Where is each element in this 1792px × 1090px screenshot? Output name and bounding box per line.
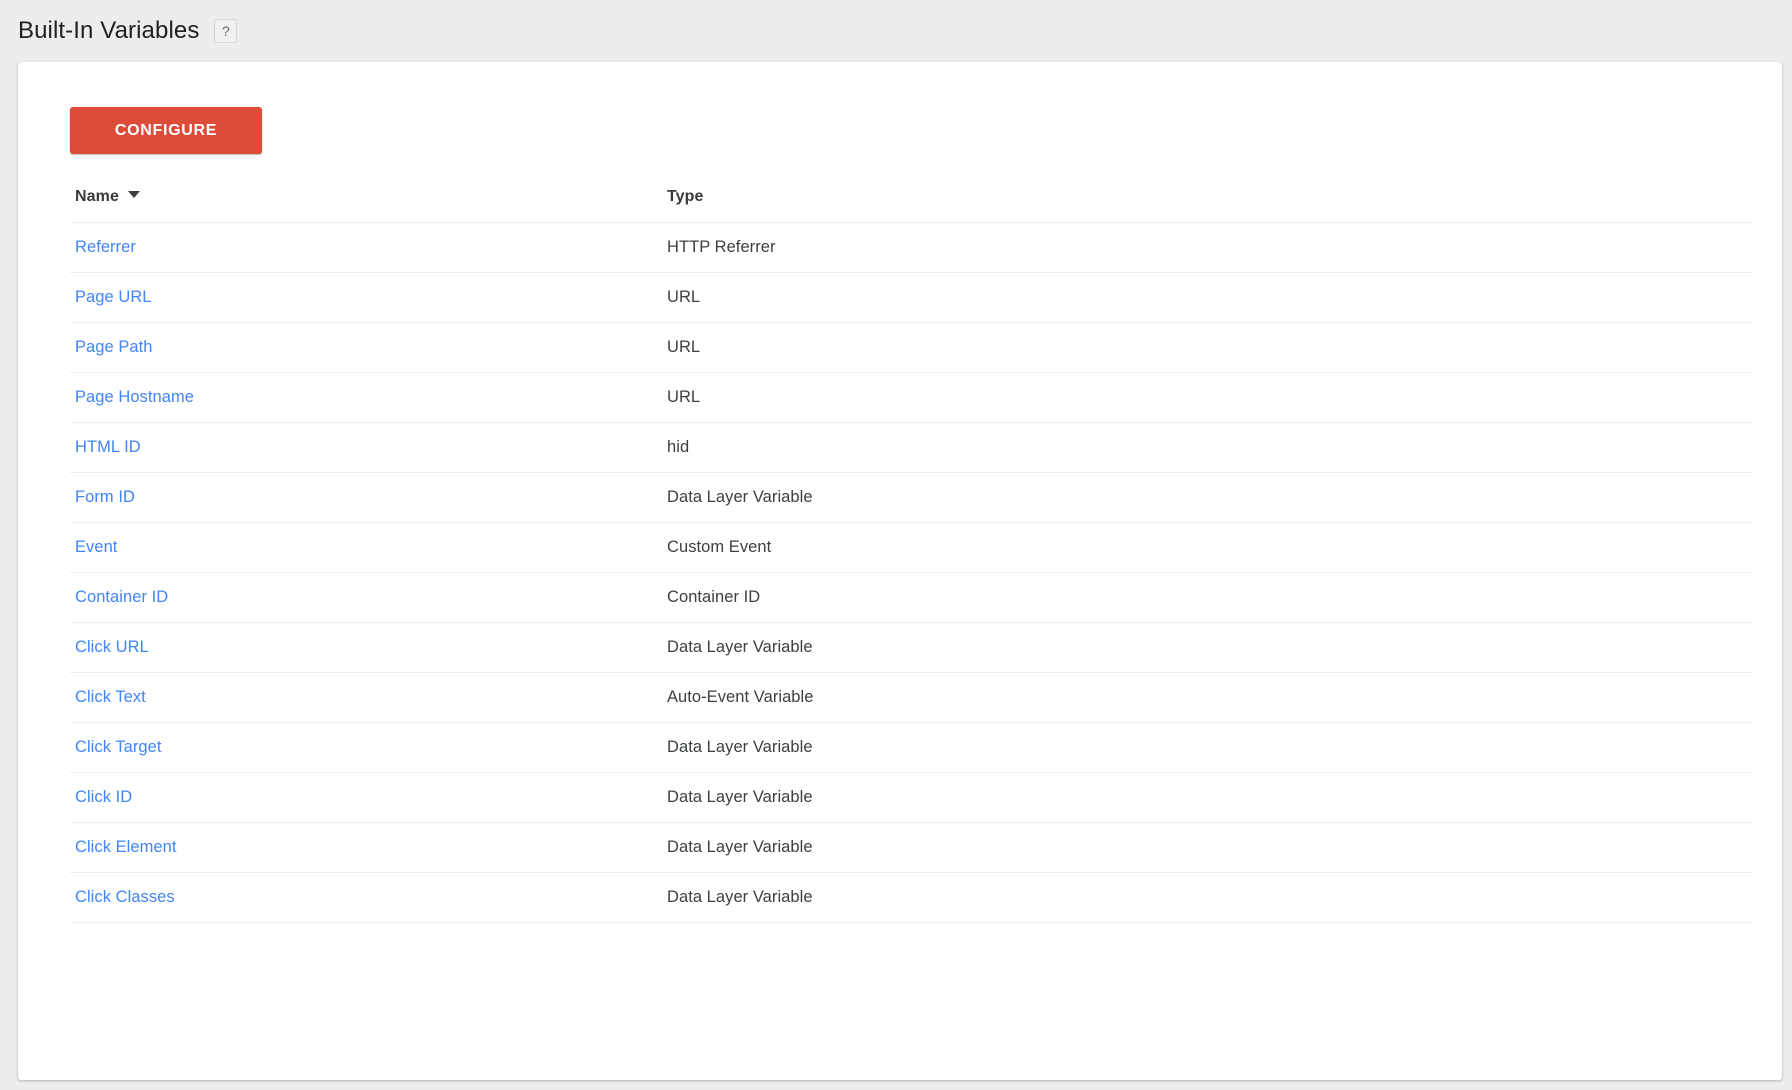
variable-name-cell: Container ID xyxy=(70,572,662,623)
variable-name-link[interactable]: Form ID xyxy=(75,488,135,506)
variable-type-cell: Data Layer Variable xyxy=(662,722,1753,773)
table-row[interactable]: Click Classes Data Layer Variable xyxy=(70,872,1753,923)
table-row[interactable]: Referrer HTTP Referrer xyxy=(70,222,1753,273)
configure-button[interactable]: CONFIGURE xyxy=(70,107,262,154)
variable-type-cell: Data Layer Variable xyxy=(662,622,1753,673)
variable-name-cell: Click Text xyxy=(70,672,662,723)
variable-name-cell: Click Classes xyxy=(70,872,662,923)
variable-name-link[interactable]: Page Hostname xyxy=(75,388,194,406)
table-row[interactable]: Page URL URL xyxy=(70,272,1753,323)
variable-type-cell: Auto-Event Variable xyxy=(662,672,1753,723)
table-row[interactable]: Form ID Data Layer Variable xyxy=(70,472,1753,523)
built-in-variables-table: Name Type Referrer HTTP Referrer Page UR… xyxy=(70,188,1753,923)
variable-type-cell: Data Layer Variable xyxy=(662,472,1753,523)
column-header-name[interactable]: Name xyxy=(70,188,662,223)
variable-name-link[interactable]: Click Element xyxy=(75,838,177,856)
table-row[interactable]: HTML ID hid xyxy=(70,422,1753,473)
table-row[interactable]: Container ID Container ID xyxy=(70,572,1753,623)
variable-name-cell: Page Hostname xyxy=(70,372,662,423)
page-header: Built-In Variables ? xyxy=(0,0,1792,62)
card-content: CONFIGURE Name Type Referrer HTTP Referr… xyxy=(18,62,1782,923)
variable-type-cell: Data Layer Variable xyxy=(662,872,1753,923)
variable-name-cell: Form ID xyxy=(70,472,662,523)
variable-name-link[interactable]: Page URL xyxy=(75,288,152,306)
variable-name-link[interactable]: Click Text xyxy=(75,688,146,706)
variable-type-cell: Container ID xyxy=(662,572,1753,623)
variable-name-link[interactable]: Container ID xyxy=(75,588,168,606)
table-row[interactable]: Click Target Data Layer Variable xyxy=(70,722,1753,773)
variable-name-cell: Click ID xyxy=(70,772,662,823)
variable-type-cell: Data Layer Variable xyxy=(662,822,1753,873)
variable-name-link[interactable]: Event xyxy=(75,538,117,556)
variable-type-cell: Custom Event xyxy=(662,522,1753,573)
variable-name-cell: HTML ID xyxy=(70,422,662,473)
variable-name-link[interactable]: Page Path xyxy=(75,338,153,356)
table-row[interactable]: Click Text Auto-Event Variable xyxy=(70,672,1753,723)
variable-name-cell: Page URL xyxy=(70,272,662,323)
variable-type-cell: hid xyxy=(662,422,1753,473)
table-header-row: Name Type xyxy=(70,188,1753,223)
variable-name-link[interactable]: Click URL xyxy=(75,638,149,656)
variable-type-cell: URL xyxy=(662,372,1753,423)
variable-name-cell: Event xyxy=(70,522,662,573)
built-in-variables-page: Built-In Variables ? CONFIGURE Name Type xyxy=(0,0,1792,1090)
page-title: Built-In Variables xyxy=(18,17,200,44)
variable-name-cell: Referrer xyxy=(70,222,662,273)
variable-name-link[interactable]: Referrer xyxy=(75,238,136,256)
table-row[interactable]: Click URL Data Layer Variable xyxy=(70,622,1753,673)
variable-name-cell: Click Target xyxy=(70,722,662,773)
table-head: Name Type xyxy=(70,188,1753,223)
variable-name-cell: Page Path xyxy=(70,322,662,373)
table-row[interactable]: Page Path URL xyxy=(70,322,1753,373)
variable-name-cell: Click Element xyxy=(70,822,662,873)
variable-type-cell: URL xyxy=(662,322,1753,373)
column-header-name-label: Name xyxy=(75,188,119,205)
column-header-type[interactable]: Type xyxy=(662,188,1753,223)
table-row[interactable]: Event Custom Event xyxy=(70,522,1753,573)
variable-name-link[interactable]: Click ID xyxy=(75,788,132,806)
variable-type-cell: URL xyxy=(662,272,1753,323)
table-row[interactable]: Click ID Data Layer Variable xyxy=(70,772,1753,823)
table-row[interactable]: Click Element Data Layer Variable xyxy=(70,822,1753,873)
variable-type-cell: Data Layer Variable xyxy=(662,772,1753,823)
column-header-type-label: Type xyxy=(667,188,704,205)
variable-type-cell: HTTP Referrer xyxy=(662,222,1753,273)
variable-name-link[interactable]: HTML ID xyxy=(75,438,141,456)
variable-name-link[interactable]: Click Classes xyxy=(75,888,175,906)
variable-name-cell: Click URL xyxy=(70,622,662,673)
table-body: Referrer HTTP Referrer Page URL URL Page… xyxy=(70,222,1753,923)
help-question-icon[interactable]: ? xyxy=(214,19,238,43)
variable-name-link[interactable]: Click Target xyxy=(75,738,162,756)
caret-down-icon xyxy=(127,191,140,198)
table-row[interactable]: Page Hostname URL xyxy=(70,372,1753,423)
variables-card: CONFIGURE Name Type Referrer HTTP Referr… xyxy=(18,62,1782,1080)
